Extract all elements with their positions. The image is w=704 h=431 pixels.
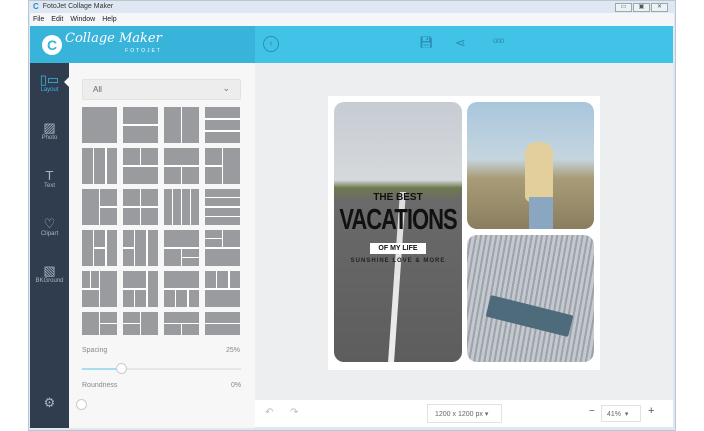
zoom-dropdown[interactable]: 41% ▾ — [601, 405, 641, 422]
header: C Collage Maker FOTOJET ‹ 💾︎ ⋖ ooo — [30, 26, 673, 63]
layout-template[interactable] — [123, 148, 158, 184]
layout-template[interactable] — [123, 271, 158, 307]
sidebar-item-bkground[interactable]: ▧ BKGround — [30, 263, 69, 285]
layout-template[interactable] — [205, 230, 240, 266]
more-icon[interactable]: ooo — [493, 36, 504, 45]
menu-bar: File Edit Window Help — [30, 13, 674, 26]
roundness-value: 0% — [231, 382, 242, 389]
restore-button[interactable]: ▣ — [633, 3, 650, 12]
layout-template[interactable] — [123, 189, 158, 225]
layout-template[interactable] — [123, 230, 158, 266]
layout-template[interactable] — [164, 312, 199, 335]
background-icon: ▧ — [43, 263, 56, 278]
overlay-line-4: SUNSHINE LOVE & MORE — [350, 258, 446, 264]
collage[interactable]: THE BEST VACATIONS OF MY LIFE SUNSHINE L… — [328, 96, 600, 370]
sidebar-item-text[interactable]: T Text — [30, 168, 69, 190]
layout-template[interactable] — [164, 189, 199, 225]
menu-window[interactable]: Window — [70, 16, 95, 23]
layout-filter-dropdown[interactable]: All ⌄ — [82, 79, 241, 100]
layout-template[interactable] — [205, 312, 240, 335]
menu-help[interactable]: Help — [102, 16, 116, 23]
chevron-down-icon: ⌄ — [222, 83, 230, 93]
layout-template[interactable] — [164, 230, 199, 266]
layout-template[interactable] — [205, 189, 240, 225]
filter-value: All — [93, 85, 102, 94]
app-icon: C — [33, 2, 39, 11]
photo-book[interactable] — [467, 235, 594, 362]
layout-template[interactable] — [82, 312, 117, 335]
spacing-slider[interactable] — [82, 368, 241, 370]
text-icon: T — [45, 168, 54, 183]
settings-button[interactable]: ⚙ — [30, 396, 69, 410]
overlay-line-2: VACATIONS — [339, 203, 457, 236]
layout-template[interactable] — [82, 107, 117, 143]
sidebar-item-photo[interactable]: ▨ Photo — [30, 120, 69, 142]
undo-icon[interactable]: ↶ — [265, 407, 273, 418]
layout-template[interactable] — [205, 107, 240, 143]
back-circle-icon[interactable]: ‹ — [263, 36, 279, 52]
roundness-slider-handle[interactable] — [76, 399, 87, 410]
menu-file[interactable]: File — [33, 16, 44, 23]
menu-edit[interactable]: Edit — [51, 16, 63, 23]
overlay-line-3: OF MY LIFE — [370, 243, 426, 254]
overlay-line-1: THE BEST — [373, 192, 423, 203]
layout-template[interactable] — [123, 107, 158, 143]
roundness-label: Roundness — [82, 382, 118, 389]
logo-text: Collage Maker — [65, 30, 162, 46]
zoom-in-button[interactable]: + — [648, 405, 654, 417]
sidebar-label: BKGround — [35, 278, 64, 284]
layout-template[interactable] — [164, 107, 199, 143]
gear-icon: ⚙ — [43, 395, 56, 410]
layout-template[interactable] — [205, 148, 240, 184]
layout-template[interactable] — [205, 271, 240, 307]
close-button[interactable]: ✕ — [651, 3, 668, 12]
layout-template[interactable] — [82, 148, 117, 184]
sidebar-label: Layout — [40, 87, 59, 93]
spacing-label: Spacing — [82, 347, 108, 354]
layout-template[interactable] — [82, 230, 117, 266]
spacing-slider-handle[interactable] — [116, 363, 127, 374]
bottom-bar: ↶ ↷ 1200 x 1200 px ▾ − 41% ▾ + — [255, 400, 673, 427]
sidebar-label: Photo — [41, 135, 58, 141]
zoom-out-button[interactable]: − — [589, 406, 595, 417]
sidebar-label: Clipart — [40, 231, 59, 237]
logo: C Collage Maker FOTOJET — [30, 26, 255, 63]
sidebar-item-clipart[interactable]: ♡ Clipart — [30, 216, 69, 238]
minimize-button[interactable]: ▭ — [615, 3, 632, 12]
save-icon[interactable]: 💾︎ — [419, 36, 433, 49]
layout-template[interactable] — [164, 148, 199, 184]
layout-template[interactable] — [82, 189, 117, 225]
heart-icon: ♡ — [43, 216, 56, 231]
redo-icon[interactable]: ↷ — [290, 407, 298, 418]
title-bar: C FotoJet Collage Maker ▭ ▣ ✕ — [30, 0, 674, 13]
canvas-area: THE BEST VACATIONS OF MY LIFE SUNSHINE L… — [255, 63, 673, 400]
layout-template[interactable] — [164, 271, 199, 307]
photo-girl[interactable] — [467, 102, 594, 229]
sidebar-label: Text — [43, 183, 55, 189]
photo-icon: ▨ — [43, 120, 56, 135]
photo-road[interactable]: THE BEST VACATIONS OF MY LIFE SUNSHINE L… — [334, 102, 462, 362]
logo-icon: C — [42, 34, 62, 55]
layout-template[interactable] — [123, 312, 158, 335]
window-title: FotoJet Collage Maker — [42, 3, 114, 10]
sidebar: ▯▭ Layout ▨ Photo T Text ♡ Clipart ▧ BKGround… — [30, 63, 69, 428]
share-icon[interactable]: ⋖ — [455, 35, 466, 51]
text-overlay[interactable]: THE BEST VACATIONS OF MY LIFE SUNSHINE L… — [334, 192, 462, 264]
canvas-size: 1200 x 1200 px — [435, 411, 483, 418]
logo-subtext: FOTOJET — [125, 47, 162, 54]
layout-template[interactable] — [82, 271, 117, 307]
spacing-value: 25% — [226, 347, 241, 354]
canvas-size-dropdown[interactable]: 1200 x 1200 px ▾ — [427, 404, 502, 423]
zoom-value: 41% — [607, 411, 622, 418]
layout-panel: All ⌄ Spacing 25% Roundness 0% — [69, 63, 255, 428]
